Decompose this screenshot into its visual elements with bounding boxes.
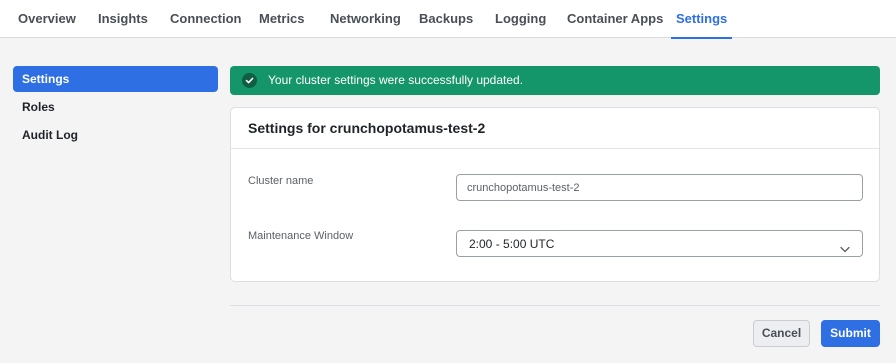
alert-message: Your cluster settings were successfully … — [268, 73, 524, 87]
submit-button[interactable]: Submit — [821, 320, 880, 347]
tab-backups[interactable]: Backups — [419, 0, 473, 38]
maintenance-window-select[interactable]: 2:00 - 5:00 UTC — [456, 230, 863, 257]
cluster-name-label: Cluster name — [248, 175, 314, 187]
chevron-down-icon — [840, 240, 850, 258]
sidebar-item-roles[interactable]: Roles — [13, 94, 218, 120]
sidebar-item-settings[interactable]: Settings — [13, 66, 218, 92]
success-alert: Your cluster settings were successfully … — [230, 66, 880, 95]
tab-metrics[interactable]: Metrics — [259, 0, 305, 38]
maintenance-window-label: Maintenance Window — [248, 230, 354, 242]
check-circle-icon — [242, 73, 257, 88]
cancel-button[interactable]: Cancel — [753, 320, 810, 347]
card-title: Settings for crunchopotamus-test-2 — [248, 120, 486, 136]
footer-divider — [230, 305, 880, 306]
settings-card: Settings for crunchopotamus-test-2 Clust… — [230, 107, 880, 282]
maintenance-window-value: 2:00 - 5:00 UTC — [469, 237, 555, 251]
tab-insights[interactable]: Insights — [98, 0, 148, 38]
tab-overview[interactable]: Overview — [18, 0, 76, 38]
tab-networking[interactable]: Networking — [330, 0, 401, 38]
sidebar-item-audit-log[interactable]: Audit Log — [13, 122, 218, 148]
tab-logging[interactable]: Logging — [495, 0, 546, 38]
cluster-name-input[interactable] — [456, 174, 863, 201]
tab-connection[interactable]: Connection — [170, 0, 242, 38]
tab-settings[interactable]: Settings — [670, 0, 733, 39]
tab-container-apps[interactable]: Container Apps — [567, 0, 663, 38]
top-navigation: Overview Insights Connection Metrics Net… — [0, 0, 896, 39]
card-divider — [231, 148, 879, 149]
